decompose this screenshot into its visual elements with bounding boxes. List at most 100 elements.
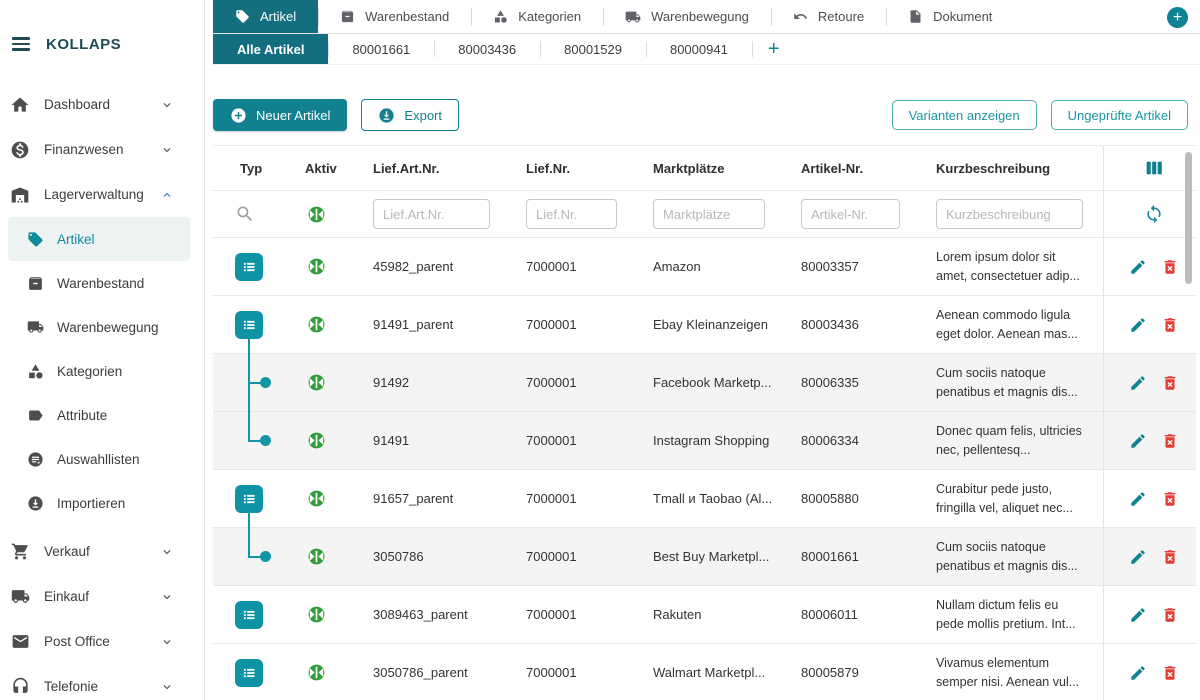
table-row[interactable]: 91657_parent 7000001 Tmall и Taobao (Al.…	[213, 470, 1196, 528]
row-kurzbeschreibung: Lorem ipsum dolor sit amet, consectetuer…	[928, 248, 1103, 284]
row-actions	[1103, 586, 1196, 643]
vertical-scrollbar[interactable]	[1185, 152, 1192, 284]
subtab-alle-artikel[interactable]: Alle Artikel	[213, 34, 328, 64]
archive-box-icon	[27, 275, 44, 292]
header-aktiv: Aktiv	[295, 161, 365, 176]
filter-artikel-nr-input[interactable]	[801, 199, 900, 229]
edit-icon[interactable]	[1129, 606, 1147, 624]
table-row[interactable]: 91492 7000001 Facebook Marketp... 800063…	[213, 354, 1196, 412]
row-lief-art-nr: 3050786_parent	[365, 665, 518, 680]
delete-icon[interactable]	[1161, 258, 1179, 276]
tab-retoure[interactable]: Retoure	[771, 0, 886, 33]
article-type-list-icon[interactable]	[235, 485, 263, 513]
table-row[interactable]: 3089463_parent 7000001 Rakuten 80006011 …	[213, 586, 1196, 644]
delete-icon[interactable]	[1161, 432, 1179, 450]
subtab-article[interactable]: 80000941	[646, 34, 752, 64]
row-lief-art-nr: 45982_parent	[365, 259, 518, 274]
filter-marktplaetze-input[interactable]	[653, 199, 765, 229]
row-typ-cell	[213, 296, 295, 353]
tab-kategorien[interactable]: Kategorien	[471, 0, 603, 33]
table-row[interactable]: 3050786_parent 7000001 Walmart Marketpl.…	[213, 644, 1196, 700]
export-button[interactable]: Export	[361, 99, 459, 131]
delete-icon[interactable]	[1161, 606, 1179, 624]
tree-connector-line	[248, 411, 250, 441]
sidebar-item-post-office[interactable]: Post Office	[0, 619, 204, 664]
show-variants-button[interactable]: Varianten anzeigen	[892, 100, 1037, 130]
unchecked-articles-button[interactable]: Ungeprüfte Artikel	[1051, 100, 1188, 130]
row-lief-nr: 7000001	[518, 433, 645, 448]
filter-kurzbeschreibung-input[interactable]	[936, 199, 1083, 229]
new-article-button[interactable]: Neuer Artikel	[213, 99, 347, 131]
add-article-tab-button[interactable]: +	[752, 34, 796, 64]
article-type-list-icon[interactable]	[235, 253, 263, 281]
table-row[interactable]: 91491_parent 7000001 Ebay Kleinanzeigen …	[213, 296, 1196, 354]
header-actions	[1103, 146, 1196, 190]
header-artikel-nr: Artikel-Nr.	[793, 161, 928, 176]
edit-icon[interactable]	[1129, 548, 1147, 566]
sidebar-item-importieren[interactable]: Importieren	[8, 481, 190, 525]
tab-warenbestand[interactable]: Warenbestand	[318, 0, 471, 33]
add-tab-button[interactable]: +	[1167, 7, 1188, 28]
subtab-article[interactable]: 80003436	[434, 34, 540, 64]
article-type-list-icon[interactable]	[235, 311, 263, 339]
edit-icon[interactable]	[1129, 374, 1147, 392]
table-row[interactable]: 45982_parent 7000001 Amazon 80003357 Lor…	[213, 238, 1196, 296]
sidebar-item-finanzwesen[interactable]: Finanzwesen	[0, 127, 204, 172]
refresh-icon[interactable]	[1144, 204, 1164, 224]
edit-icon[interactable]	[1129, 490, 1147, 508]
sidebar-item-kategorien[interactable]: Kategorien	[8, 349, 190, 393]
delete-icon[interactable]	[1161, 490, 1179, 508]
row-lief-art-nr: 91657_parent	[365, 491, 518, 506]
delete-icon[interactable]	[1161, 374, 1179, 392]
row-artikel-nr: 80005880	[793, 491, 928, 506]
sidebar-item-attribute[interactable]: Attribute	[8, 393, 190, 437]
row-artikel-nr: 80003436	[793, 317, 928, 332]
row-kurzbeschreibung: Aenean commodo ligula eget dolor. Aenean…	[928, 306, 1103, 342]
app-logo: KOLLAPS	[46, 36, 121, 53]
table-row[interactable]: 91491 7000001 Instagram Shopping 8000633…	[213, 412, 1196, 470]
row-artikel-nr: 80006011	[793, 607, 928, 622]
delete-icon[interactable]	[1161, 316, 1179, 334]
tag-icon	[235, 9, 250, 24]
edit-icon[interactable]	[1129, 258, 1147, 276]
module-tabbar: Artikel Warenbestand Kategorien Warenbew…	[213, 0, 1200, 34]
sidebar-item-auswahllisten[interactable]: Auswahllisten	[8, 437, 190, 481]
sidebar-item-telefonie[interactable]: Telefonie	[0, 664, 204, 700]
subtab-article[interactable]: 80001661	[328, 34, 434, 64]
row-lief-nr: 7000001	[518, 607, 645, 622]
row-aktiv-cell	[295, 315, 365, 334]
edit-icon[interactable]	[1129, 316, 1147, 334]
hamburger-menu-icon[interactable]	[12, 37, 30, 51]
sidebar-item-artikel[interactable]: Artikel	[8, 217, 190, 261]
list-circle-icon	[27, 451, 44, 468]
filter-lief-art-nr-input[interactable]	[373, 199, 490, 229]
row-marktplatz: Walmart Marketpl...	[645, 665, 793, 680]
sidebar-item-warenbewegung[interactable]: Warenbewegung	[8, 305, 190, 349]
active-toggle-icon	[307, 205, 326, 224]
table-row[interactable]: 3050786 7000001 Best Buy Marketpl... 800…	[213, 528, 1196, 586]
row-marktplatz: Amazon	[645, 259, 793, 274]
delete-icon[interactable]	[1161, 664, 1179, 682]
row-lief-nr: 7000001	[518, 317, 645, 332]
sidebar-item-warenbestand[interactable]: Warenbestand	[8, 261, 190, 305]
article-type-list-icon[interactable]	[235, 601, 263, 629]
edit-icon[interactable]	[1129, 664, 1147, 682]
tab-dokument[interactable]: Dokument	[886, 0, 1014, 33]
sidebar-item-lagerverwaltung[interactable]: Lagerverwaltung	[0, 172, 204, 217]
article-type-list-icon[interactable]	[235, 659, 263, 687]
tree-connector-dot	[260, 377, 271, 388]
sidebar-item-dashboard[interactable]: Dashboard	[0, 82, 204, 127]
sidebar-item-verkauf[interactable]: Verkauf	[0, 529, 204, 574]
filter-lief-nr-input[interactable]	[526, 199, 617, 229]
edit-icon[interactable]	[1129, 432, 1147, 450]
tab-artikel[interactable]: Artikel	[213, 0, 318, 33]
delete-icon[interactable]	[1161, 548, 1179, 566]
tab-warenbewegung[interactable]: Warenbewegung	[603, 0, 771, 33]
column-settings-icon[interactable]	[1143, 157, 1165, 179]
main-content: Artikel Warenbestand Kategorien Warenbew…	[205, 0, 1200, 700]
sidebar-item-einkauf[interactable]: Einkauf	[0, 574, 204, 619]
subtab-article[interactable]: 80001529	[540, 34, 646, 64]
envelope-icon	[10, 632, 30, 652]
filter-aktiv[interactable]	[295, 205, 365, 224]
row-typ-cell	[213, 528, 295, 585]
